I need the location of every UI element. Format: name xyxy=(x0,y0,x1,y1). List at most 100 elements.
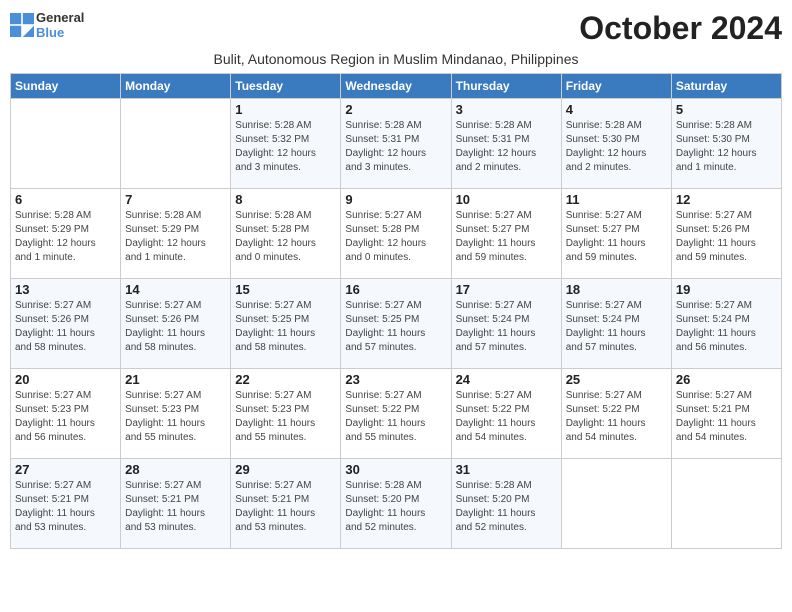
day-info: Sunrise: 5:28 AM Sunset: 5:30 PM Dayligh… xyxy=(566,119,667,175)
day-number: 5 xyxy=(676,102,777,117)
day-number: 23 xyxy=(345,372,446,387)
calendar-cell: 31 Sunrise: 5:28 AM Sunset: 5:20 PM Dayli… xyxy=(451,459,561,549)
calendar-cell: 10 Sunrise: 5:27 AM Sunset: 5:27 PM Dayli… xyxy=(451,189,561,279)
calendar-cell: 29Sunrise: 5:27 AM Sunset: 5:21 PM Dayli… xyxy=(231,459,341,549)
calendar-cell: 5Sunrise: 5:28 AM Sunset: 5:30 PM Daylig… xyxy=(671,99,781,189)
day-info: Sunrise: 5:27 AM Sunset: 5:21 PM Dayligh… xyxy=(125,479,226,535)
day-number: 8 xyxy=(235,192,336,207)
calendar-cell: 9Sunrise: 5:27 AM Sunset: 5:28 PM Daylig… xyxy=(341,189,451,279)
day-number: 30 xyxy=(345,462,446,477)
day-number: 6 xyxy=(15,192,116,207)
day-number: 18 xyxy=(566,282,667,297)
day-info: Sunrise: 5:27 AM Sunset: 5:26 PM Dayligh… xyxy=(125,299,226,355)
day-number: 4 xyxy=(566,102,667,117)
calendar-cell: 21 Sunrise: 5:27 AM Sunset: 5:23 PM Dayli… xyxy=(121,369,231,459)
calendar-table: SundayMondayTuesdayWednesdayThursdayFrid… xyxy=(10,73,782,549)
day-info: Sunrise: 5:28 AM Sunset: 5:32 PM Dayligh… xyxy=(235,119,336,175)
calendar-cell: 8 Sunrise: 5:28 AM Sunset: 5:28 PM Daylig… xyxy=(231,189,341,279)
day-number: 20 xyxy=(15,372,116,387)
calendar-cell: 20 Sunrise: 5:27 AM Sunset: 5:23 PM Dayli… xyxy=(11,369,121,459)
weekday-header: Sunday xyxy=(11,74,121,99)
day-number: 7 xyxy=(125,192,226,207)
weekday-header: Tuesday xyxy=(231,74,341,99)
day-info: Sunrise: 5:27 AM Sunset: 5:24 PM Dayligh… xyxy=(676,299,777,355)
day-number: 28 xyxy=(125,462,226,477)
day-number: 1 xyxy=(235,102,336,117)
day-number: 10 xyxy=(456,192,557,207)
day-number: 26 xyxy=(676,372,777,387)
calendar-cell: 13 Sunrise: 5:27 AM Sunset: 5:26 PM Dayli… xyxy=(11,279,121,369)
weekday-header: Wednesday xyxy=(341,74,451,99)
day-info: Sunrise: 5:27 AM Sunset: 5:23 PM Dayligh… xyxy=(125,389,226,445)
calendar-cell: 28 Sunrise: 5:27 AM Sunset: 5:21 PM Dayli… xyxy=(121,459,231,549)
day-info: Sunrise: 5:27 AM Sunset: 5:24 PM Dayligh… xyxy=(566,299,667,355)
day-number: 9 xyxy=(345,192,446,207)
logo-blue-text: Blue xyxy=(36,25,64,40)
day-info: Sunrise: 5:27 AM Sunset: 5:22 PM Dayligh… xyxy=(345,389,446,445)
calendar-cell: 12Sunrise: 5:27 AM Sunset: 5:26 PM Dayli… xyxy=(671,189,781,279)
day-info: Sunrise: 5:27 AM Sunset: 5:23 PM Dayligh… xyxy=(235,389,336,445)
day-number: 3 xyxy=(456,102,557,117)
day-number: 14 xyxy=(125,282,226,297)
day-info: Sunrise: 5:27 AM Sunset: 5:23 PM Dayligh… xyxy=(15,389,116,445)
day-number: 31 xyxy=(456,462,557,477)
day-number: 15 xyxy=(235,282,336,297)
day-info: Sunrise: 5:28 AM Sunset: 5:28 PM Dayligh… xyxy=(235,209,336,265)
day-number: 24 xyxy=(456,372,557,387)
weekday-header: Thursday xyxy=(451,74,561,99)
calendar-cell xyxy=(11,99,121,189)
calendar-cell: 1 Sunrise: 5:28 AM Sunset: 5:32 PM Daylig… xyxy=(231,99,341,189)
day-info: Sunrise: 5:28 AM Sunset: 5:31 PM Dayligh… xyxy=(345,119,446,175)
day-info: Sunrise: 5:27 AM Sunset: 5:21 PM Dayligh… xyxy=(676,389,777,445)
month-title: October 2024 xyxy=(579,10,782,47)
day-info: Sunrise: 5:27 AM Sunset: 5:22 PM Dayligh… xyxy=(456,389,557,445)
day-info: Sunrise: 5:27 AM Sunset: 5:25 PM Dayligh… xyxy=(235,299,336,355)
day-number: 21 xyxy=(125,372,226,387)
day-number: 29 xyxy=(235,462,336,477)
day-info: Sunrise: 5:27 AM Sunset: 5:25 PM Dayligh… xyxy=(345,299,446,355)
calendar-cell: 23 Sunrise: 5:27 AM Sunset: 5:22 PM Dayli… xyxy=(341,369,451,459)
day-number: 27 xyxy=(15,462,116,477)
page-header: General Blue October 2024 xyxy=(10,10,782,47)
calendar-cell: 25 Sunrise: 5:27 AM Sunset: 5:22 PM Dayli… xyxy=(561,369,671,459)
weekday-header: Friday xyxy=(561,74,671,99)
day-info: Sunrise: 5:28 AM Sunset: 5:29 PM Dayligh… xyxy=(15,209,116,265)
logo-general-text: General xyxy=(36,10,84,25)
day-number: 25 xyxy=(566,372,667,387)
calendar-cell: 24 Sunrise: 5:27 AM Sunset: 5:22 PM Dayli… xyxy=(451,369,561,459)
day-info: Sunrise: 5:27 AM Sunset: 5:22 PM Dayligh… xyxy=(566,389,667,445)
day-info: Sunrise: 5:28 AM Sunset: 5:31 PM Dayligh… xyxy=(456,119,557,175)
calendar-cell: 17 Sunrise: 5:27 AM Sunset: 5:24 PM Dayli… xyxy=(451,279,561,369)
calendar-cell: 30Sunrise: 5:28 AM Sunset: 5:20 PM Dayli… xyxy=(341,459,451,549)
day-info: Sunrise: 5:27 AM Sunset: 5:27 PM Dayligh… xyxy=(456,209,557,265)
day-number: 11 xyxy=(566,192,667,207)
calendar-cell: 19 Sunrise: 5:27 AM Sunset: 5:24 PM Dayli… xyxy=(671,279,781,369)
calendar-cell: 18 Sunrise: 5:27 AM Sunset: 5:24 PM Dayli… xyxy=(561,279,671,369)
calendar-cell: 22 Sunrise: 5:27 AM Sunset: 5:23 PM Dayli… xyxy=(231,369,341,459)
day-info: Sunrise: 5:27 AM Sunset: 5:26 PM Dayligh… xyxy=(15,299,116,355)
day-number: 22 xyxy=(235,372,336,387)
calendar-cell xyxy=(121,99,231,189)
day-number: 2 xyxy=(345,102,446,117)
day-number: 12 xyxy=(676,192,777,207)
weekday-header: Saturday xyxy=(671,74,781,99)
calendar-cell: 14 Sunrise: 5:27 AM Sunset: 5:26 PM Dayli… xyxy=(121,279,231,369)
calendar-cell: 4 Sunrise: 5:28 AM Sunset: 5:30 PM Daylig… xyxy=(561,99,671,189)
calendar-cell: 7Sunrise: 5:28 AM Sunset: 5:29 PM Daylig… xyxy=(121,189,231,279)
page-subtitle: Bulit, Autonomous Region in Muslim Minda… xyxy=(10,51,782,67)
day-info: Sunrise: 5:27 AM Sunset: 5:21 PM Dayligh… xyxy=(15,479,116,535)
calendar-cell: 3 Sunrise: 5:28 AM Sunset: 5:31 PM Daylig… xyxy=(451,99,561,189)
day-info: Sunrise: 5:27 AM Sunset: 5:27 PM Dayligh… xyxy=(566,209,667,265)
calendar-cell: 26 Sunrise: 5:27 AM Sunset: 5:21 PM Dayli… xyxy=(671,369,781,459)
day-number: 19 xyxy=(676,282,777,297)
logo: General Blue xyxy=(10,10,84,40)
day-number: 17 xyxy=(456,282,557,297)
calendar-cell: 2 Sunrise: 5:28 AM Sunset: 5:31 PM Daylig… xyxy=(341,99,451,189)
calendar-cell: 15 Sunrise: 5:27 AM Sunset: 5:25 PM Dayli… xyxy=(231,279,341,369)
calendar-cell: 27 Sunrise: 5:27 AM Sunset: 5:21 PM Dayli… xyxy=(11,459,121,549)
day-number: 13 xyxy=(15,282,116,297)
day-info: Sunrise: 5:27 AM Sunset: 5:24 PM Dayligh… xyxy=(456,299,557,355)
calendar-cell: 16Sunrise: 5:27 AM Sunset: 5:25 PM Dayli… xyxy=(341,279,451,369)
day-info: Sunrise: 5:28 AM Sunset: 5:20 PM Dayligh… xyxy=(456,479,557,535)
calendar-cell: 6 Sunrise: 5:28 AM Sunset: 5:29 PM Daylig… xyxy=(11,189,121,279)
